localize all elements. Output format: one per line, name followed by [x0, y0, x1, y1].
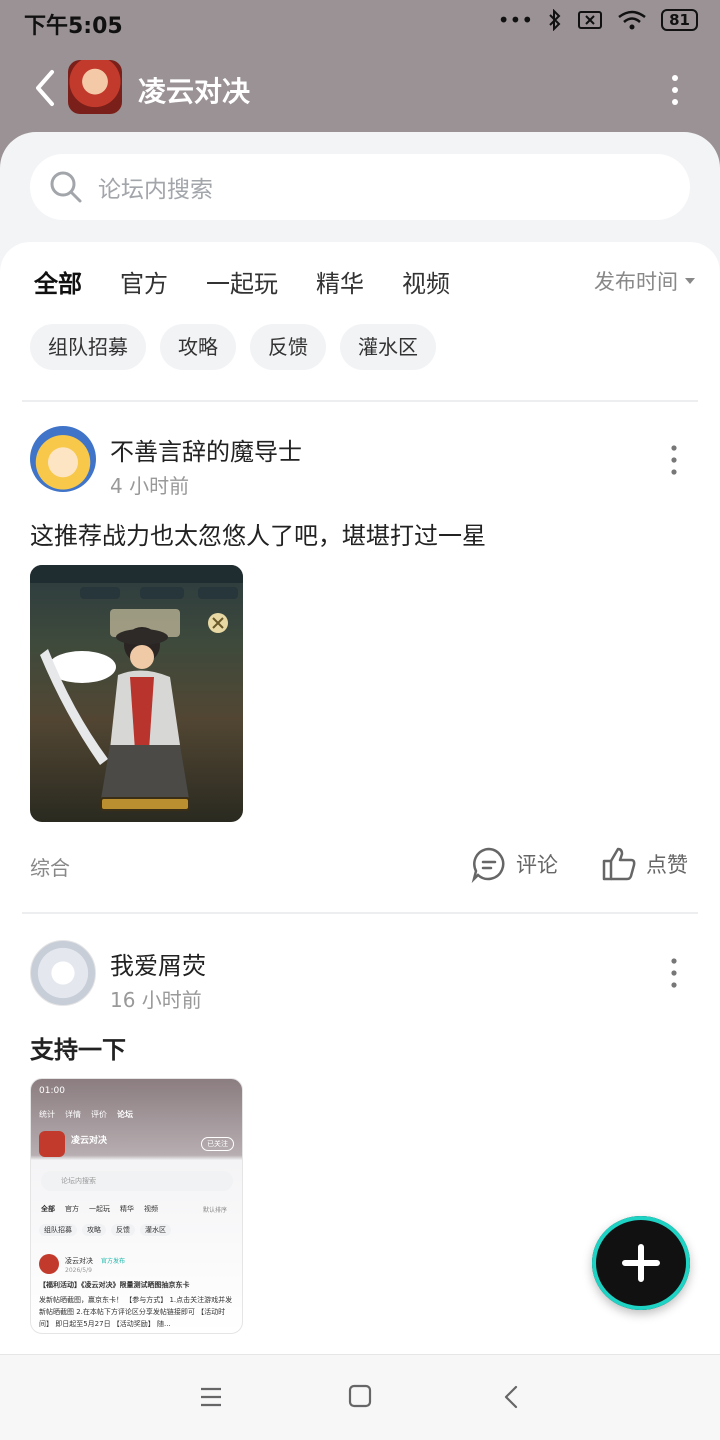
like-label: 点赞 [646, 853, 688, 877]
like-button[interactable]: 点赞 [600, 845, 688, 883]
back-button[interactable] [28, 66, 62, 110]
thumb-post-badge: 官方发布 [101, 1258, 126, 1265]
tab-featured[interactable]: 精华 [316, 264, 364, 299]
game-screenshot-art [30, 565, 243, 811]
sort-label: 发布时间 [594, 270, 678, 294]
chip-team-recruit[interactable]: 组队招募 [30, 324, 146, 370]
home-icon[interactable] [347, 1383, 373, 1409]
thumb-tab: 精华 [120, 1205, 134, 1213]
post-text[interactable]: 支持一下 [30, 1030, 126, 1065]
status-time: 下午5:05 [24, 14, 123, 39]
chip-guide[interactable]: 攻略 [160, 324, 236, 370]
thumb-chip: 灌水区 [140, 1224, 171, 1236]
avatar[interactable] [30, 940, 96, 1006]
thumb-time: 01:00 [39, 1086, 65, 1096]
thumb-nav-item: 详情 [65, 1110, 81, 1119]
post-more-icon[interactable] [662, 953, 686, 993]
system-nav-bar [0, 1354, 720, 1440]
thumb-tab: 一起玩 [89, 1205, 110, 1213]
post-image[interactable] [30, 565, 243, 822]
post-author[interactable]: 我爱屑荧 [110, 946, 206, 981]
tab-official[interactable]: 官方 [120, 264, 168, 299]
wifi-icon [618, 10, 646, 30]
search-icon [50, 171, 82, 203]
thumb-nav: 统计 详情 评价 论坛 [39, 1109, 133, 1120]
comment-icon [471, 847, 505, 883]
post-time: 16 小时前 [110, 988, 202, 1012]
comment-label: 评论 [516, 853, 558, 877]
menu-icon[interactable] [198, 1385, 224, 1409]
thumb-app-logo [39, 1131, 65, 1157]
back-nav-icon[interactable] [500, 1383, 522, 1411]
chip-chat[interactable]: 灌水区 [340, 324, 436, 370]
tab-bar: 全部 官方 一起玩 精华 视频 [34, 264, 450, 303]
thumb-post-date: 2026/5/9 [65, 1267, 92, 1274]
signal-dots-icon: ••• [497, 8, 534, 32]
thumb-nav-item: 评价 [91, 1110, 107, 1119]
status-icons: ••• 81 [498, 8, 698, 32]
thumb-chips: 组队招募 攻略 反馈 灌水区 [39, 1224, 171, 1236]
thumb-tab: 官方 [65, 1205, 79, 1213]
bluetooth-icon [549, 9, 561, 31]
post-author[interactable]: 不善言辞的魔导士 [110, 432, 302, 467]
thumb-follow: 已关注 [201, 1137, 234, 1151]
thumb-title: 凌云对决 [71, 1136, 108, 1146]
sort-dropdown[interactable]: 发布时间 [594, 266, 696, 296]
thumb-post-body: 发新帖晒截图，赢京东卡！ 【参与方式】 1.点击关注游戏并发新帖晒截图 2.在本… [39, 1296, 233, 1328]
tab-all[interactable]: 全部 [34, 264, 82, 303]
search-input[interactable]: 论坛内搜索 [30, 154, 690, 220]
thumb-post-title: 【福利活动】《凌云对决》限量测试晒图抽京东卡 [39, 1281, 190, 1289]
plus-icon [622, 1244, 660, 1282]
post-category: 综合 [30, 856, 70, 880]
post-text[interactable]: 这推荐战力也太忽悠人了吧，堪堪打过一星 [30, 516, 486, 551]
post-image[interactable]: 01:00 统计 详情 评价 论坛 凌云对决 已关注 论坛内搜索 全部 官方 一… [30, 1078, 243, 1334]
chip-feedback[interactable]: 反馈 [250, 324, 326, 370]
dropdown-arrow-icon [685, 278, 695, 284]
post-time: 4 小时前 [110, 474, 190, 498]
more-options-icon[interactable] [660, 70, 690, 110]
thumb-chip: 反馈 [111, 1224, 135, 1236]
post-more-icon[interactable] [662, 440, 686, 480]
battery-indicator: 81 [661, 9, 698, 31]
thumb-search: 论坛内搜索 [41, 1171, 233, 1191]
tab-video[interactable]: 视频 [402, 264, 450, 299]
avatar[interactable] [30, 426, 96, 492]
thumb-tab: 全部 [41, 1205, 55, 1213]
divider [22, 912, 698, 914]
thumb-post-author: 凌云对决 [65, 1257, 93, 1265]
thumb-tab: 视频 [144, 1205, 158, 1213]
thumb-nav-item: 论坛 [117, 1110, 133, 1119]
tab-play-together[interactable]: 一起玩 [206, 264, 278, 299]
thumb-chip: 攻略 [82, 1224, 106, 1236]
new-post-button[interactable] [592, 1216, 690, 1310]
divider [22, 400, 698, 402]
app-logo [68, 60, 122, 114]
comment-button[interactable]: 评论 [470, 845, 558, 883]
app-title: 凌云对决 [138, 75, 251, 108]
search-placeholder: 论坛内搜索 [98, 177, 213, 203]
thumb-sort: 默认排序 [203, 1207, 228, 1214]
thumb-nav-item: 统计 [39, 1110, 55, 1119]
category-chips: 组队招募 攻略 反馈 灌水区 [30, 324, 436, 370]
thumb-tabs: 全部 官方 一起玩 精华 视频 [41, 1204, 158, 1214]
thumb-chip: 组队招募 [39, 1224, 77, 1236]
no-sim-icon [578, 11, 603, 29]
thumb-avatar [39, 1254, 59, 1274]
thumbs-up-icon [602, 847, 636, 881]
